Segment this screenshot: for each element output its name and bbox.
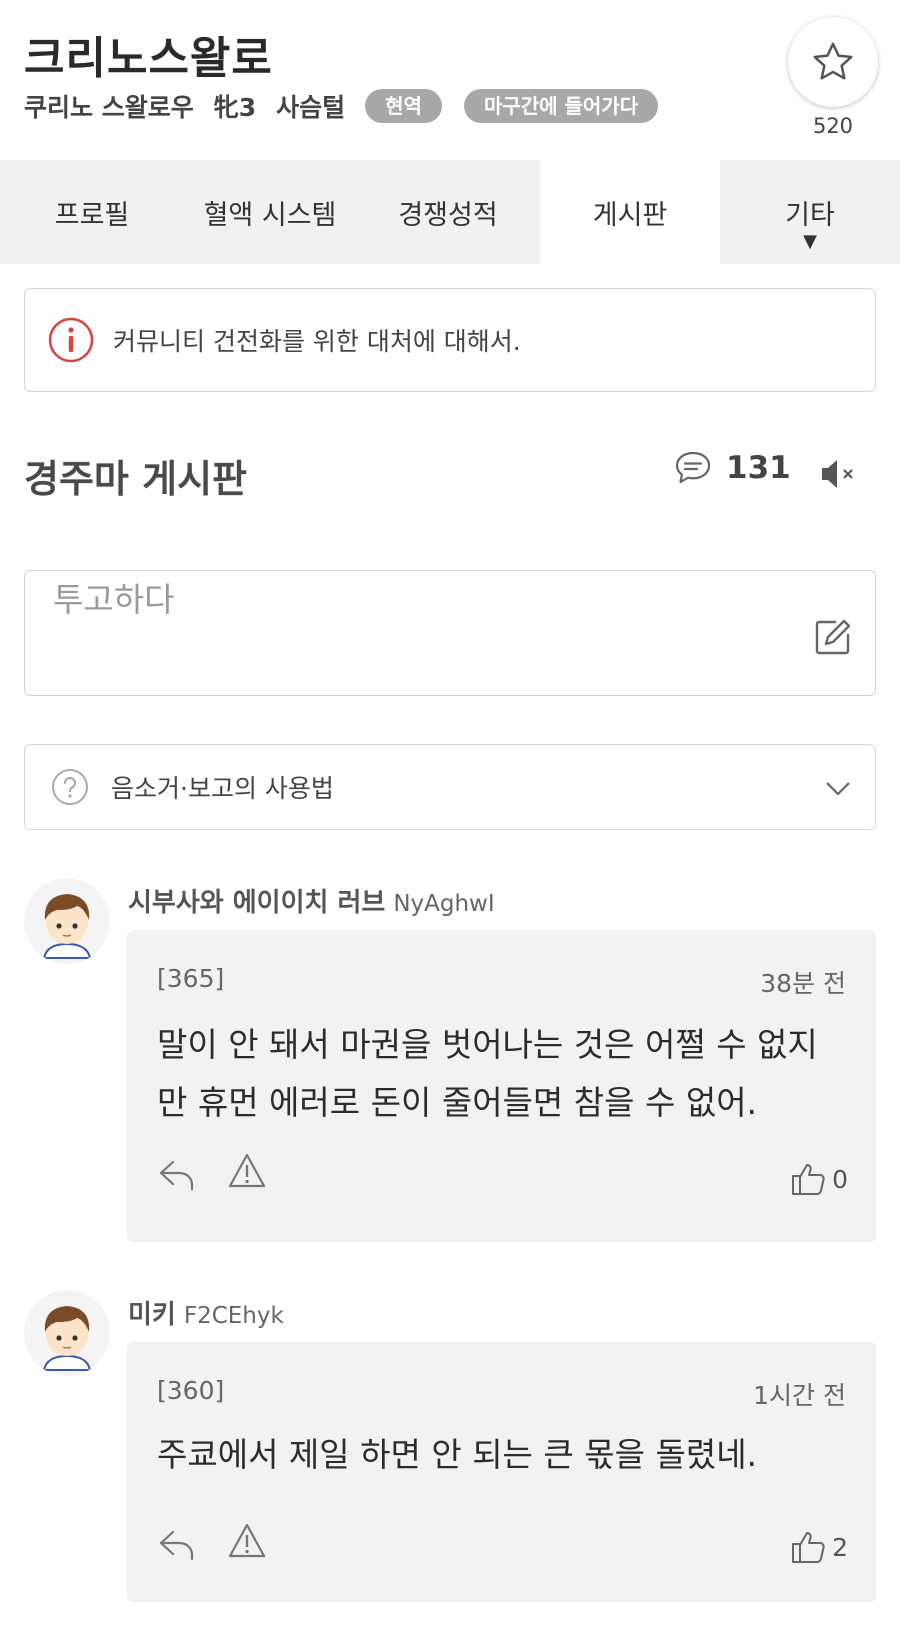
- like-button[interactable]: 2: [790, 1530, 848, 1564]
- info-circle-icon: [48, 317, 94, 363]
- boy-avatar-icon: [24, 878, 110, 964]
- post-placeholder: 투고하다: [53, 580, 175, 619]
- comment-text: 말이 안 돼서 마권을 벗어나는 것은 어쩔 수 없지 만 휴먼 에러로 돈이 …: [157, 1016, 846, 1132]
- board-title: 경주마 게시판: [24, 457, 247, 501]
- comment-text-line: 말이 안 돼서 마권을 벗어나는 것은 어쩔 수 없지: [157, 1025, 818, 1064]
- tab-board[interactable]: 게시판: [540, 160, 720, 264]
- comment-time: 38분 전: [760, 969, 846, 998]
- report-warning-icon[interactable]: [227, 1522, 267, 1560]
- comment-number: [365]: [157, 964, 225, 993]
- comment-count-group: 131: [674, 450, 791, 486]
- tab-label: 혈액 시스템: [203, 199, 337, 231]
- question-circle-icon: [52, 769, 88, 805]
- thumbs-up-icon: [792, 1164, 825, 1195]
- like-count: 0: [832, 1164, 848, 1194]
- tab-profile[interactable]: 프로필: [0, 160, 184, 264]
- author-id: NyAghwI: [393, 891, 495, 917]
- author-name: 시부사와 에이이치 러브: [128, 888, 386, 918]
- tab-other[interactable]: 기타 ▼: [720, 160, 900, 264]
- comment-number: [360]: [157, 1376, 225, 1405]
- speech-bubble-icon: [675, 451, 711, 484]
- tab-label: 경쟁성적: [398, 199, 498, 231]
- like-button[interactable]: 0: [790, 1162, 848, 1196]
- horse-subtitle-row: 쿠리노 스왈로우 牝3 사슴털 현역 마구간에 들어가다: [24, 88, 680, 124]
- comment-text-line: 주쿄에서 제일 하면 안 되는 큰 몫을 돌렸네.: [157, 1435, 758, 1474]
- tab-bar: 프로필 혈액 시스템 경쟁성적 게시판 기타 ▼: [0, 160, 900, 264]
- comment-bubble: [365] 38분 전 말이 안 돼서 마권을 벗어나는 것은 어쩔 수 없지 …: [127, 930, 876, 1242]
- author-id: F2CEhyk: [183, 1303, 284, 1329]
- horse-header: 크리노스왈로 쿠리노 스왈로우 牝3 사슴털 현역 마구간에 들어가다 520: [0, 0, 900, 160]
- notice-text: 커뮤니티 건전화를 위한 대처에 대해서.: [113, 327, 521, 356]
- comment-text-line: 만 휴먼 에러로 돈이 줄어들면 참을 수 없어.: [157, 1083, 758, 1122]
- horse-name: 크리노스왈로: [24, 33, 273, 84]
- reply-icon[interactable]: [157, 1156, 197, 1194]
- thumbs-up-icon: [792, 1532, 825, 1563]
- tab-race-results[interactable]: 경쟁성적: [356, 160, 540, 264]
- boy-avatar-icon: [24, 1290, 110, 1376]
- status-badge-stable: 마구간에 들어가다: [463, 89, 659, 123]
- status-badge-active: 현역: [365, 89, 442, 123]
- reply-icon[interactable]: [157, 1526, 197, 1564]
- favorite-count: 520: [812, 114, 854, 138]
- avatar[interactable]: [24, 1290, 110, 1376]
- author-name: 미키: [128, 1300, 176, 1330]
- report-warning-icon[interactable]: [227, 1152, 267, 1190]
- caret-down-icon: ▼: [803, 231, 817, 252]
- comment-time: 1시간 전: [753, 1381, 846, 1410]
- community-notice[interactable]: 커뮤니티 건전화를 위한 대처에 대해서.: [24, 288, 876, 392]
- chevron-down-icon: [826, 782, 850, 796]
- mute-toggle-button[interactable]: [816, 452, 860, 496]
- horse-alt-name: 쿠리노 스왈로우: [24, 93, 194, 122]
- star-outline-icon: [813, 42, 853, 80]
- edit-icon[interactable]: [813, 617, 853, 657]
- post-input[interactable]: 투고하다: [24, 570, 876, 696]
- speaker-muted-icon: [822, 460, 853, 488]
- help-text: 음소거·보고의 사용법: [111, 774, 334, 803]
- tab-label: 게시판: [592, 199, 668, 231]
- tab-label: 프로필: [54, 199, 130, 231]
- comment-author[interactable]: 시부사와 에이이치 러브 NyAghwI: [128, 882, 495, 919]
- horse-coat: 사슴털: [276, 93, 346, 122]
- tab-label: 기타: [785, 199, 835, 231]
- tab-bloodline[interactable]: 혈액 시스템: [184, 160, 356, 264]
- mute-report-help-dropdown[interactable]: 음소거·보고의 사용법: [24, 744, 876, 830]
- comment-count: 131: [726, 450, 791, 486]
- avatar[interactable]: [24, 878, 110, 964]
- comment-author[interactable]: 미키 F2CEhyk: [128, 1294, 284, 1331]
- horse-age-sex: 牝3: [213, 93, 257, 122]
- favorite-button[interactable]: [788, 17, 878, 107]
- like-count: 2: [832, 1532, 848, 1562]
- comment-bubble: [360] 1시간 전 주쿄에서 제일 하면 안 되는 큰 몫을 돌렸네. 2: [127, 1342, 876, 1602]
- comment-text: 주쿄에서 제일 하면 안 되는 큰 몫을 돌렸네.: [157, 1426, 846, 1484]
